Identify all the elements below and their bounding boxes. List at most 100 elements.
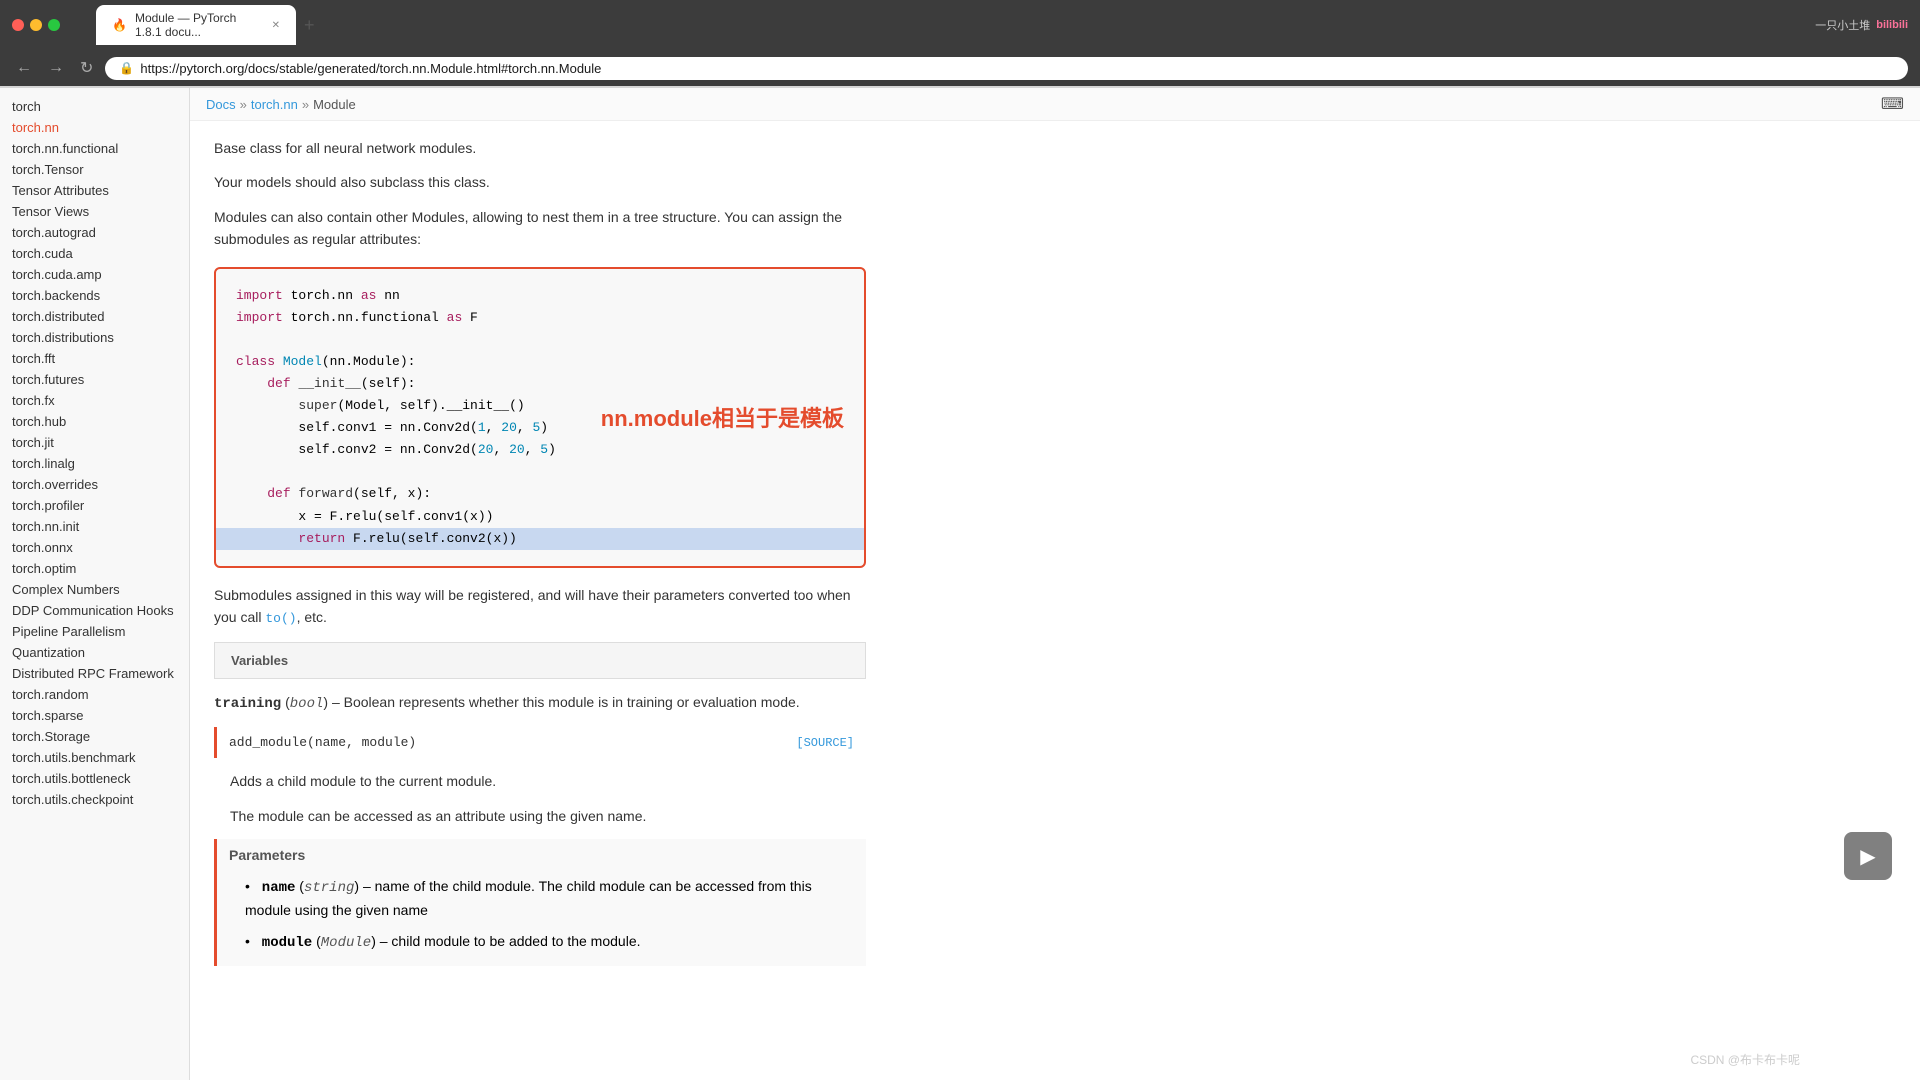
sidebar-item-torch-jit[interactable]: torch.jit — [0, 432, 189, 453]
play-widget[interactable]: ▶ — [1844, 832, 1892, 880]
new-tab-button[interactable]: + — [300, 15, 319, 36]
sidebar-item-torch-nn[interactable]: torch.nn — [0, 117, 189, 138]
code-line-11: x = F.relu(self.conv1(x)) — [236, 506, 844, 528]
api-source-link[interactable]: [SOURCE] — [796, 736, 854, 750]
sidebar-item-torch-tensor[interactable]: torch.Tensor — [0, 159, 189, 180]
sidebar-item-pipeline[interactable]: Pipeline Parallelism — [0, 621, 189, 642]
sidebar-item-torch-cuda[interactable]: torch.cuda — [0, 243, 189, 264]
breadcrumb-module: Module — [313, 97, 356, 112]
sidebar-item-torch-storage[interactable]: torch.Storage — [0, 726, 189, 747]
submodule-text-post: , etc. — [297, 609, 327, 625]
lock-icon: 🔒 — [119, 61, 134, 75]
intro-text-3: Modules can also contain other Modules, … — [214, 206, 866, 251]
address-bar: ← → ↻ 🔒 https://pytorch.org/docs/stable/… — [0, 50, 1920, 86]
sidebar-item-torch-onnx[interactable]: torch.onnx — [0, 537, 189, 558]
api-signature: add_module(name, module) [SOURCE] — [229, 735, 854, 750]
bili-icon: bilibili — [1876, 19, 1908, 31]
code-line-4: class Model(nn.Module): — [236, 351, 844, 373]
training-entry: training (bool) – Boolean represents whe… — [214, 691, 866, 715]
code-line-1: import torch.nn as nn — [236, 285, 844, 307]
forward-button[interactable]: → — [44, 57, 68, 79]
api-entry-add-module: add_module(name, module) [SOURCE] — [214, 727, 866, 758]
sidebar-item-tensor-views[interactable]: Tensor Views — [0, 201, 189, 222]
variables-header: Variables — [231, 653, 849, 668]
code-line-12: return F.relu(self.conv2(x)) — [236, 528, 844, 550]
sidebar-item-torch-linalg[interactable]: torch.linalg — [0, 453, 189, 474]
sidebar-item-torch-nn-init[interactable]: torch.nn.init — [0, 516, 189, 537]
to-link[interactable]: to() — [265, 611, 296, 626]
minimize-button[interactable] — [30, 19, 42, 31]
reload-button[interactable]: ↻ — [76, 56, 97, 80]
maximize-button[interactable] — [48, 19, 60, 31]
sidebar-item-torch[interactable]: torch — [0, 96, 189, 117]
sidebar-item-torch-overrides[interactable]: torch.overrides — [0, 474, 189, 495]
sidebar-item-torch-optim[interactable]: torch.optim — [0, 558, 189, 579]
api-desc-2: The module can be accessed as an attribu… — [230, 805, 866, 827]
breadcrumb-sep-1: » — [240, 97, 247, 112]
breadcrumb-sep-2: » — [302, 97, 309, 112]
sidebar-item-torch-fft[interactable]: torch.fft — [0, 348, 189, 369]
param-name: name (string) – name of the child module… — [229, 871, 854, 926]
params-header: Parameters — [229, 847, 854, 863]
url-text: https://pytorch.org/docs/stable/generate… — [140, 61, 601, 76]
sidebar-item-torch-hub[interactable]: torch.hub — [0, 411, 189, 432]
code-line-10: def forward(self, x): — [236, 483, 844, 505]
tab-favicon: 🔥 — [112, 18, 127, 32]
content-body: Base class for all neural network module… — [190, 121, 890, 990]
sidebar-item-torch-nn-functional[interactable]: torch.nn.functional — [0, 138, 189, 159]
sidebar-item-torch-cuda-amp[interactable]: torch.cuda.amp — [0, 264, 189, 285]
api-desc-1: Adds a child module to the current modul… — [230, 770, 866, 792]
code-line-9 — [236, 461, 844, 483]
content-area: Docs » torch.nn » Module ⌨ Base class fo… — [190, 88, 1920, 1080]
sidebar: torch torch.nn torch.nn.functional torch… — [0, 88, 190, 1080]
close-button[interactable] — [12, 19, 24, 31]
sidebar-item-torch-utils-benchmark[interactable]: torch.utils.benchmark — [0, 747, 189, 768]
code-line-3 — [236, 329, 844, 351]
training-type: bool — [290, 696, 324, 712]
training-label: training — [214, 696, 281, 712]
browser-chrome: 🔥 Module — PyTorch 1.8.1 docu... ✕ + 一只小… — [0, 0, 1920, 88]
sidebar-item-ddp[interactable]: DDP Communication Hooks — [0, 600, 189, 621]
params-section: Parameters name (string) – name of the c… — [214, 839, 866, 966]
breadcrumb: Docs » torch.nn » Module — [206, 97, 356, 112]
traffic-lights — [12, 19, 60, 31]
csdn-watermark: CSDN @布卡布卡呢 — [1690, 1051, 1800, 1068]
variables-section: Variables — [214, 642, 866, 679]
submodule-text: Submodules assigned in this way will be … — [214, 584, 866, 630]
play-icon: ▶ — [1860, 844, 1875, 869]
sidebar-item-torch-autograd[interactable]: torch.autograd — [0, 222, 189, 243]
code-line-2: import torch.nn.functional as F — [236, 307, 844, 329]
api-sig-text: add_module(name, module) — [229, 735, 416, 750]
sidebar-item-torch-profiler[interactable]: torch.profiler — [0, 495, 189, 516]
sidebar-item-tensor-attributes[interactable]: Tensor Attributes — [0, 180, 189, 201]
sidebar-item-complex-numbers[interactable]: Complex Numbers — [0, 579, 189, 600]
sidebar-item-torch-backends[interactable]: torch.backends — [0, 285, 189, 306]
training-desc: – Boolean represents whether this module… — [332, 694, 800, 710]
back-button[interactable]: ← — [12, 57, 36, 79]
sidebar-item-torch-utils-bottleneck[interactable]: torch.utils.bottleneck — [0, 768, 189, 789]
intro-text-1: Base class for all neural network module… — [214, 137, 866, 159]
sidebar-item-torch-distributed[interactable]: torch.distributed — [0, 306, 189, 327]
breadcrumb-docs[interactable]: Docs — [206, 97, 236, 112]
sidebar-item-torch-utils-checkpoint[interactable]: torch.utils.checkpoint — [0, 789, 189, 810]
url-bar[interactable]: 🔒 https://pytorch.org/docs/stable/genera… — [105, 57, 1908, 80]
title-bar: 🔥 Module — PyTorch 1.8.1 docu... ✕ + 一只小… — [0, 0, 1920, 50]
param-module: module (Module) – child module to be add… — [229, 926, 854, 958]
code-line-8: self.conv2 = nn.Conv2d(20, 20, 5) — [236, 439, 844, 461]
tab-title: Module — PyTorch 1.8.1 docu... — [135, 11, 264, 39]
breadcrumb-torch-nn[interactable]: torch.nn — [251, 97, 298, 112]
sidebar-item-torch-sparse[interactable]: torch.sparse — [0, 705, 189, 726]
sidebar-item-distributed-rpc[interactable]: Distributed RPC Framework — [0, 663, 189, 684]
sidebar-item-torch-futures[interactable]: torch.futures — [0, 369, 189, 390]
header-icon-1: 一只小土堆 — [1815, 17, 1870, 33]
tab-close-button[interactable]: ✕ — [272, 20, 280, 31]
code-annotation: nn.module相当于是模板 — [601, 401, 844, 433]
sidebar-item-torch-random[interactable]: torch.random — [0, 684, 189, 705]
code-block: import torch.nn as nn import torch.nn.fu… — [214, 267, 866, 568]
sidebar-item-quantization[interactable]: Quantization — [0, 642, 189, 663]
toolbar-icon[interactable]: ⌨ — [1881, 94, 1904, 114]
sidebar-item-torch-distributions[interactable]: torch.distributions — [0, 327, 189, 348]
browser-tab[interactable]: 🔥 Module — PyTorch 1.8.1 docu... ✕ — [96, 5, 296, 45]
code-line-5: def __init__(self): — [236, 373, 844, 395]
sidebar-item-torch-fx[interactable]: torch.fx — [0, 390, 189, 411]
